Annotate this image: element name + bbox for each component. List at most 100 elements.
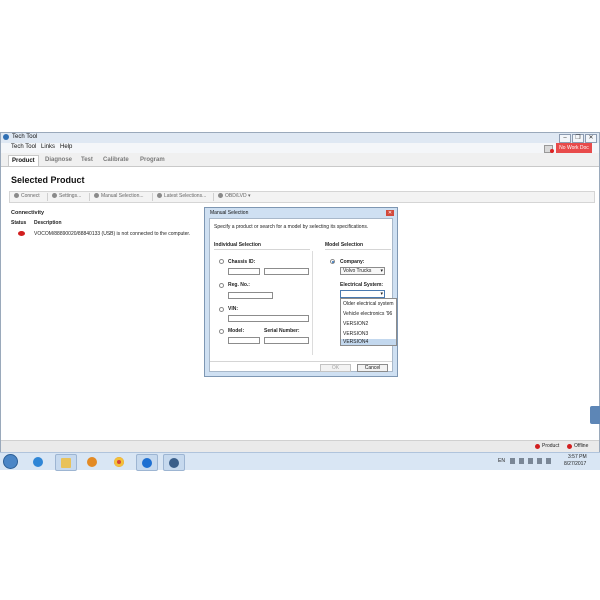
settings-button[interactable]: Settings... bbox=[52, 193, 81, 199]
offline-status-label: Offline bbox=[574, 443, 589, 449]
not-connected-icon bbox=[18, 231, 25, 236]
obd-icon bbox=[218, 193, 223, 198]
manual-selection-button[interactable]: Manual Selection... bbox=[94, 193, 144, 199]
status-column-header: Status bbox=[11, 220, 27, 226]
vin-label: VIN: bbox=[228, 306, 238, 312]
obd-lvd-dropdown[interactable]: OBD/LVD ▾ bbox=[218, 193, 250, 199]
electrical-system-select[interactable]: ▾ bbox=[340, 290, 385, 298]
clock-icon bbox=[157, 193, 162, 198]
chrome-taskbar-button[interactable] bbox=[109, 454, 129, 469]
minimize-button[interactable]: – bbox=[559, 134, 571, 143]
latest-selections-button[interactable]: Latest Selections... bbox=[157, 193, 206, 199]
group-divider bbox=[214, 249, 310, 250]
teamviewer-taskbar-button[interactable] bbox=[136, 454, 158, 471]
reg-no-field[interactable] bbox=[228, 292, 273, 299]
page-title: Selected Product bbox=[11, 175, 85, 185]
tech-tool-icon bbox=[169, 458, 179, 468]
no-work-doc-button[interactable]: No Work Doc bbox=[556, 143, 592, 153]
manual-selection-dialog: Manual Selection ✕ Specify a product or … bbox=[204, 207, 398, 377]
internet-explorer-icon bbox=[33, 457, 43, 467]
electrical-system-label: Electrical System: bbox=[340, 282, 384, 288]
main-tabs: Product Diagnose Test Calibrate Program bbox=[1, 153, 599, 167]
electrical-option[interactable]: Older electrical system bbox=[341, 299, 396, 309]
chassis-id-prefix-field[interactable] bbox=[228, 268, 260, 275]
model-radio[interactable] bbox=[219, 329, 224, 334]
tab-test[interactable]: Test bbox=[78, 155, 96, 165]
product-status-icon bbox=[535, 444, 540, 449]
tab-product[interactable]: Product bbox=[8, 155, 39, 166]
menu-tech-tool[interactable]: Tech Tool bbox=[11, 144, 36, 150]
ok-button[interactable]: OK bbox=[320, 364, 351, 372]
explorer-taskbar-button[interactable] bbox=[55, 454, 77, 471]
dialog-footer-divider bbox=[210, 361, 392, 362]
chassis-id-radio[interactable] bbox=[219, 259, 224, 264]
group-vertical-divider bbox=[312, 251, 313, 355]
chevron-down-icon: ▾ bbox=[380, 268, 383, 274]
dialog-close-button[interactable]: ✕ bbox=[386, 210, 394, 216]
tray-arrow-icon[interactable] bbox=[510, 458, 515, 464]
status-bar: Product Offline bbox=[1, 440, 599, 452]
teamviewer-icon bbox=[142, 458, 152, 468]
electrical-option[interactable]: VERSION2 bbox=[341, 319, 396, 329]
tab-diagnose[interactable]: Diagnose bbox=[42, 155, 75, 165]
signal-icon[interactable] bbox=[537, 458, 542, 464]
electrical-option-highlighted[interactable]: VERSION4 bbox=[341, 339, 396, 345]
company-select[interactable]: Volvo Trucks ▾ bbox=[340, 267, 385, 275]
description-column-header: Description bbox=[34, 220, 62, 226]
reg-no-radio[interactable] bbox=[219, 283, 224, 288]
close-button[interactable]: ✕ bbox=[585, 134, 597, 143]
maximize-button[interactable]: ❐ bbox=[572, 134, 584, 143]
media-player-icon bbox=[87, 457, 97, 467]
ie-taskbar-button[interactable] bbox=[28, 454, 48, 469]
side-panel-toggle-icon[interactable] bbox=[590, 406, 600, 424]
media-player-taskbar-button[interactable] bbox=[82, 454, 102, 469]
windows-taskbar: EN 3:57 PM 8/27/2017 bbox=[0, 452, 600, 471]
chrome-icon bbox=[114, 457, 124, 467]
clock-date[interactable]: 8/27/2017 bbox=[564, 461, 586, 467]
clock-time[interactable]: 3:57 PM bbox=[568, 454, 587, 460]
product-toolbar: Connect Settings... Manual Selection... … bbox=[9, 191, 595, 203]
gear-icon bbox=[52, 193, 57, 198]
dialog-instruction: Specify a product or search for a model … bbox=[214, 224, 369, 230]
chassis-id-field[interactable] bbox=[264, 268, 309, 275]
dialog-title: Manual Selection bbox=[210, 210, 249, 216]
serial-number-field[interactable] bbox=[264, 337, 309, 344]
start-button[interactable] bbox=[3, 454, 18, 469]
network-icon[interactable] bbox=[519, 458, 524, 464]
toolbar-divider bbox=[89, 193, 90, 201]
electrical-option[interactable]: VERSION3 bbox=[341, 329, 396, 339]
model-label: Model: bbox=[228, 328, 245, 334]
vin-radio[interactable] bbox=[219, 307, 224, 312]
toolbar-divider bbox=[47, 193, 48, 201]
language-indicator[interactable]: EN bbox=[498, 458, 505, 464]
window-title: Tech Tool bbox=[12, 134, 38, 140]
group-divider bbox=[325, 249, 391, 250]
company-value: Volvo Trucks bbox=[343, 268, 372, 274]
connectivity-description: VOCOM/88890020/88840133 (USB) is not con… bbox=[34, 231, 191, 237]
company-label: Company: bbox=[340, 259, 365, 265]
serial-number-label: Serial Number: bbox=[264, 328, 300, 334]
cancel-button[interactable]: Cancel bbox=[357, 364, 388, 372]
dialog-body: Specify a product or search for a model … bbox=[209, 218, 397, 372]
volume-icon[interactable] bbox=[546, 458, 551, 464]
menu-help[interactable]: Help bbox=[60, 144, 72, 150]
tech-tool-taskbar-button[interactable] bbox=[163, 454, 185, 471]
flag-icon[interactable] bbox=[528, 458, 533, 464]
connect-button[interactable]: Connect bbox=[14, 193, 40, 199]
menu-links[interactable]: Links bbox=[41, 144, 55, 150]
tab-calibrate[interactable]: Calibrate bbox=[100, 155, 132, 165]
tab-program[interactable]: Program bbox=[137, 155, 168, 165]
search-icon bbox=[94, 193, 99, 198]
product-status-label: Product bbox=[542, 443, 560, 449]
chevron-down-icon: ▾ bbox=[380, 291, 383, 297]
model-selection-heading: Model Selection bbox=[325, 242, 364, 248]
toolbar-divider bbox=[152, 193, 153, 201]
reg-no-label: Reg. No.: bbox=[228, 282, 250, 288]
title-bar: Tech Tool – ❐ ✕ bbox=[1, 133, 599, 143]
offline-status-icon bbox=[567, 444, 572, 449]
electrical-option[interactable]: Vehicle electronics '96 bbox=[341, 309, 396, 319]
vin-field[interactable] bbox=[228, 315, 309, 322]
model-field[interactable] bbox=[228, 337, 260, 344]
model-selection-radio[interactable] bbox=[330, 259, 335, 264]
connect-icon bbox=[14, 193, 19, 198]
